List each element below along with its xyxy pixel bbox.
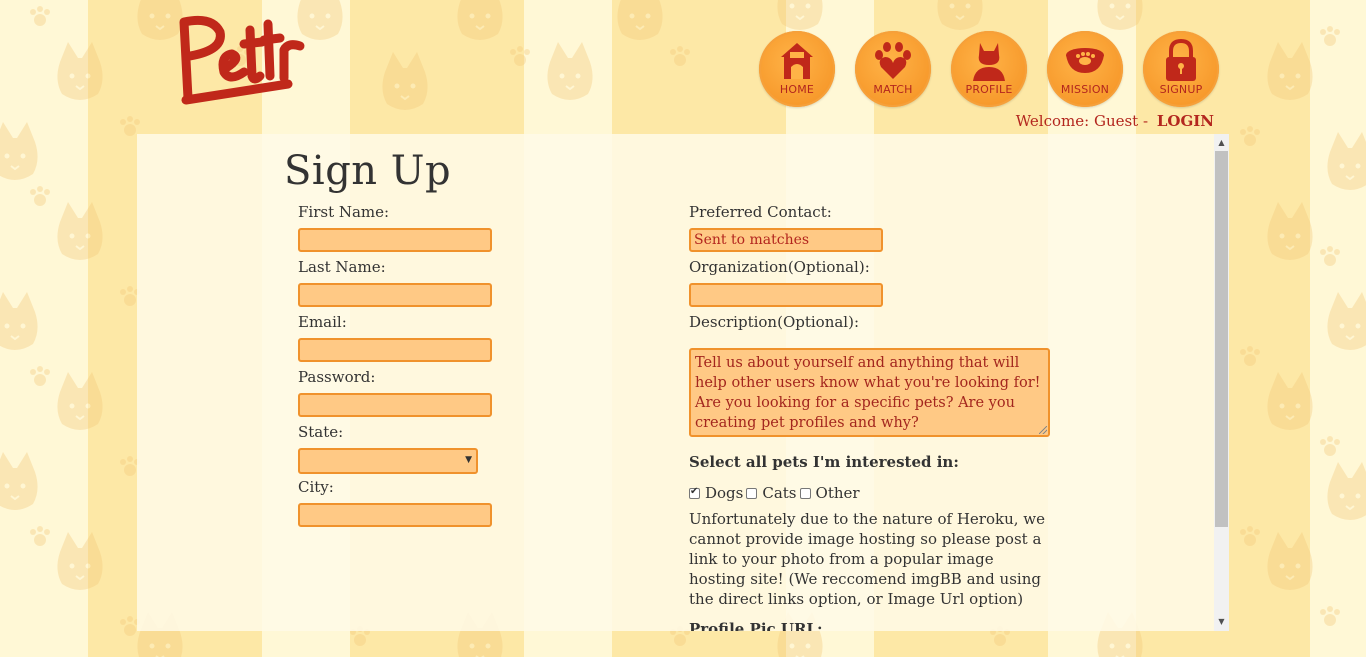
pet-bowl-icon — [1066, 48, 1104, 73]
login-link[interactable]: LOGIN — [1157, 112, 1214, 130]
panel-scrollbar[interactable]: ▲ ▼ — [1214, 134, 1229, 631]
last-name-field[interactable] — [298, 283, 492, 307]
cats-label: Cats — [762, 484, 797, 502]
description-label: Description(Optional): — [689, 313, 860, 331]
nav-signup-label: SIGNUP — [1159, 83, 1203, 96]
cats-option[interactable]: Cats — [746, 484, 797, 502]
other-label: Other — [815, 484, 860, 502]
welcome-bar: Welcome: Guest - LOGIN — [1016, 112, 1214, 130]
dogs-label: Dogs — [705, 484, 744, 502]
nav-home-label: HOME — [779, 83, 815, 96]
cat-silhouette-icon — [973, 43, 1005, 81]
paw-heart-icon — [875, 42, 911, 79]
organization-field[interactable] — [689, 283, 883, 307]
scrollbar-thumb[interactable] — [1215, 151, 1228, 527]
last-name-label: Last Name: — [298, 258, 386, 276]
nav-match-button[interactable]: MATCH — [855, 31, 931, 107]
main-nav: HOME MATCH PROFILE MISSION SIGNUP — [759, 31, 1219, 107]
pettr-logo[interactable] — [176, 10, 306, 106]
scroll-down-arrow-icon[interactable]: ▼ — [1214, 615, 1229, 629]
first-name-label: First Name: — [298, 203, 390, 221]
preferred-contact-label: Preferred Contact: — [689, 203, 832, 221]
email-field[interactable] — [298, 338, 492, 362]
pets-interest-label: Select all pets I'm interested in: — [689, 453, 959, 471]
nav-profile-label: PROFILE — [965, 83, 1013, 96]
chevron-down-icon: ▼ — [465, 455, 472, 465]
nav-profile-button[interactable]: PROFILE — [951, 31, 1027, 107]
page-title: Sign Up — [284, 148, 452, 194]
nav-mission-button[interactable]: MISSION — [1047, 31, 1123, 107]
state-label: State: — [298, 423, 344, 441]
scroll-up-arrow-icon[interactable]: ▲ — [1214, 136, 1229, 150]
pet-checkbox-group: Dogs Cats Other — [689, 484, 863, 502]
first-name-field[interactable] — [298, 228, 492, 252]
welcome-text: Welcome: Guest — [1015, 112, 1139, 130]
resize-grip-icon[interactable] — [1039, 426, 1047, 434]
image-hosting-note: Unfortunately due to the nature of Herok… — [689, 510, 1045, 608]
organization-label: Organization(Optional): — [689, 258, 870, 276]
city-field[interactable] — [298, 503, 492, 527]
nav-mission-label: MISSION — [1060, 83, 1110, 96]
nav-signup-button[interactable]: SIGNUP — [1143, 31, 1219, 107]
other-checkbox[interactable] — [799, 487, 811, 499]
dogs-checkbox[interactable] — [689, 486, 700, 499]
preferred-contact-field[interactable] — [689, 228, 883, 252]
nav-match-label: MATCH — [873, 83, 913, 96]
description-placeholder: Tell us about yourself and anything that… — [695, 355, 1041, 431]
padlock-icon — [1166, 39, 1196, 81]
nav-home-button[interactable]: HOME — [759, 31, 835, 107]
cats-checkbox[interactable] — [746, 487, 758, 499]
email-label: Email: — [298, 313, 347, 331]
doghouse-icon — [781, 43, 813, 79]
state-select[interactable]: ▼ — [298, 448, 478, 474]
description-textarea[interactable]: Tell us about yourself and anything that… — [689, 348, 1050, 437]
city-label: City: — [298, 478, 334, 496]
dogs-option[interactable]: Dogs — [689, 484, 743, 502]
other-option[interactable]: Other — [799, 484, 860, 502]
password-label: Password: — [298, 368, 376, 386]
welcome-separator: - — [1142, 112, 1149, 130]
password-field[interactable] — [298, 393, 492, 417]
signup-panel: Sign Up First Name: Last Name: Email: Pa… — [137, 134, 1214, 631]
profile-pic-url-label: Profile Pic URL: — [689, 620, 823, 631]
